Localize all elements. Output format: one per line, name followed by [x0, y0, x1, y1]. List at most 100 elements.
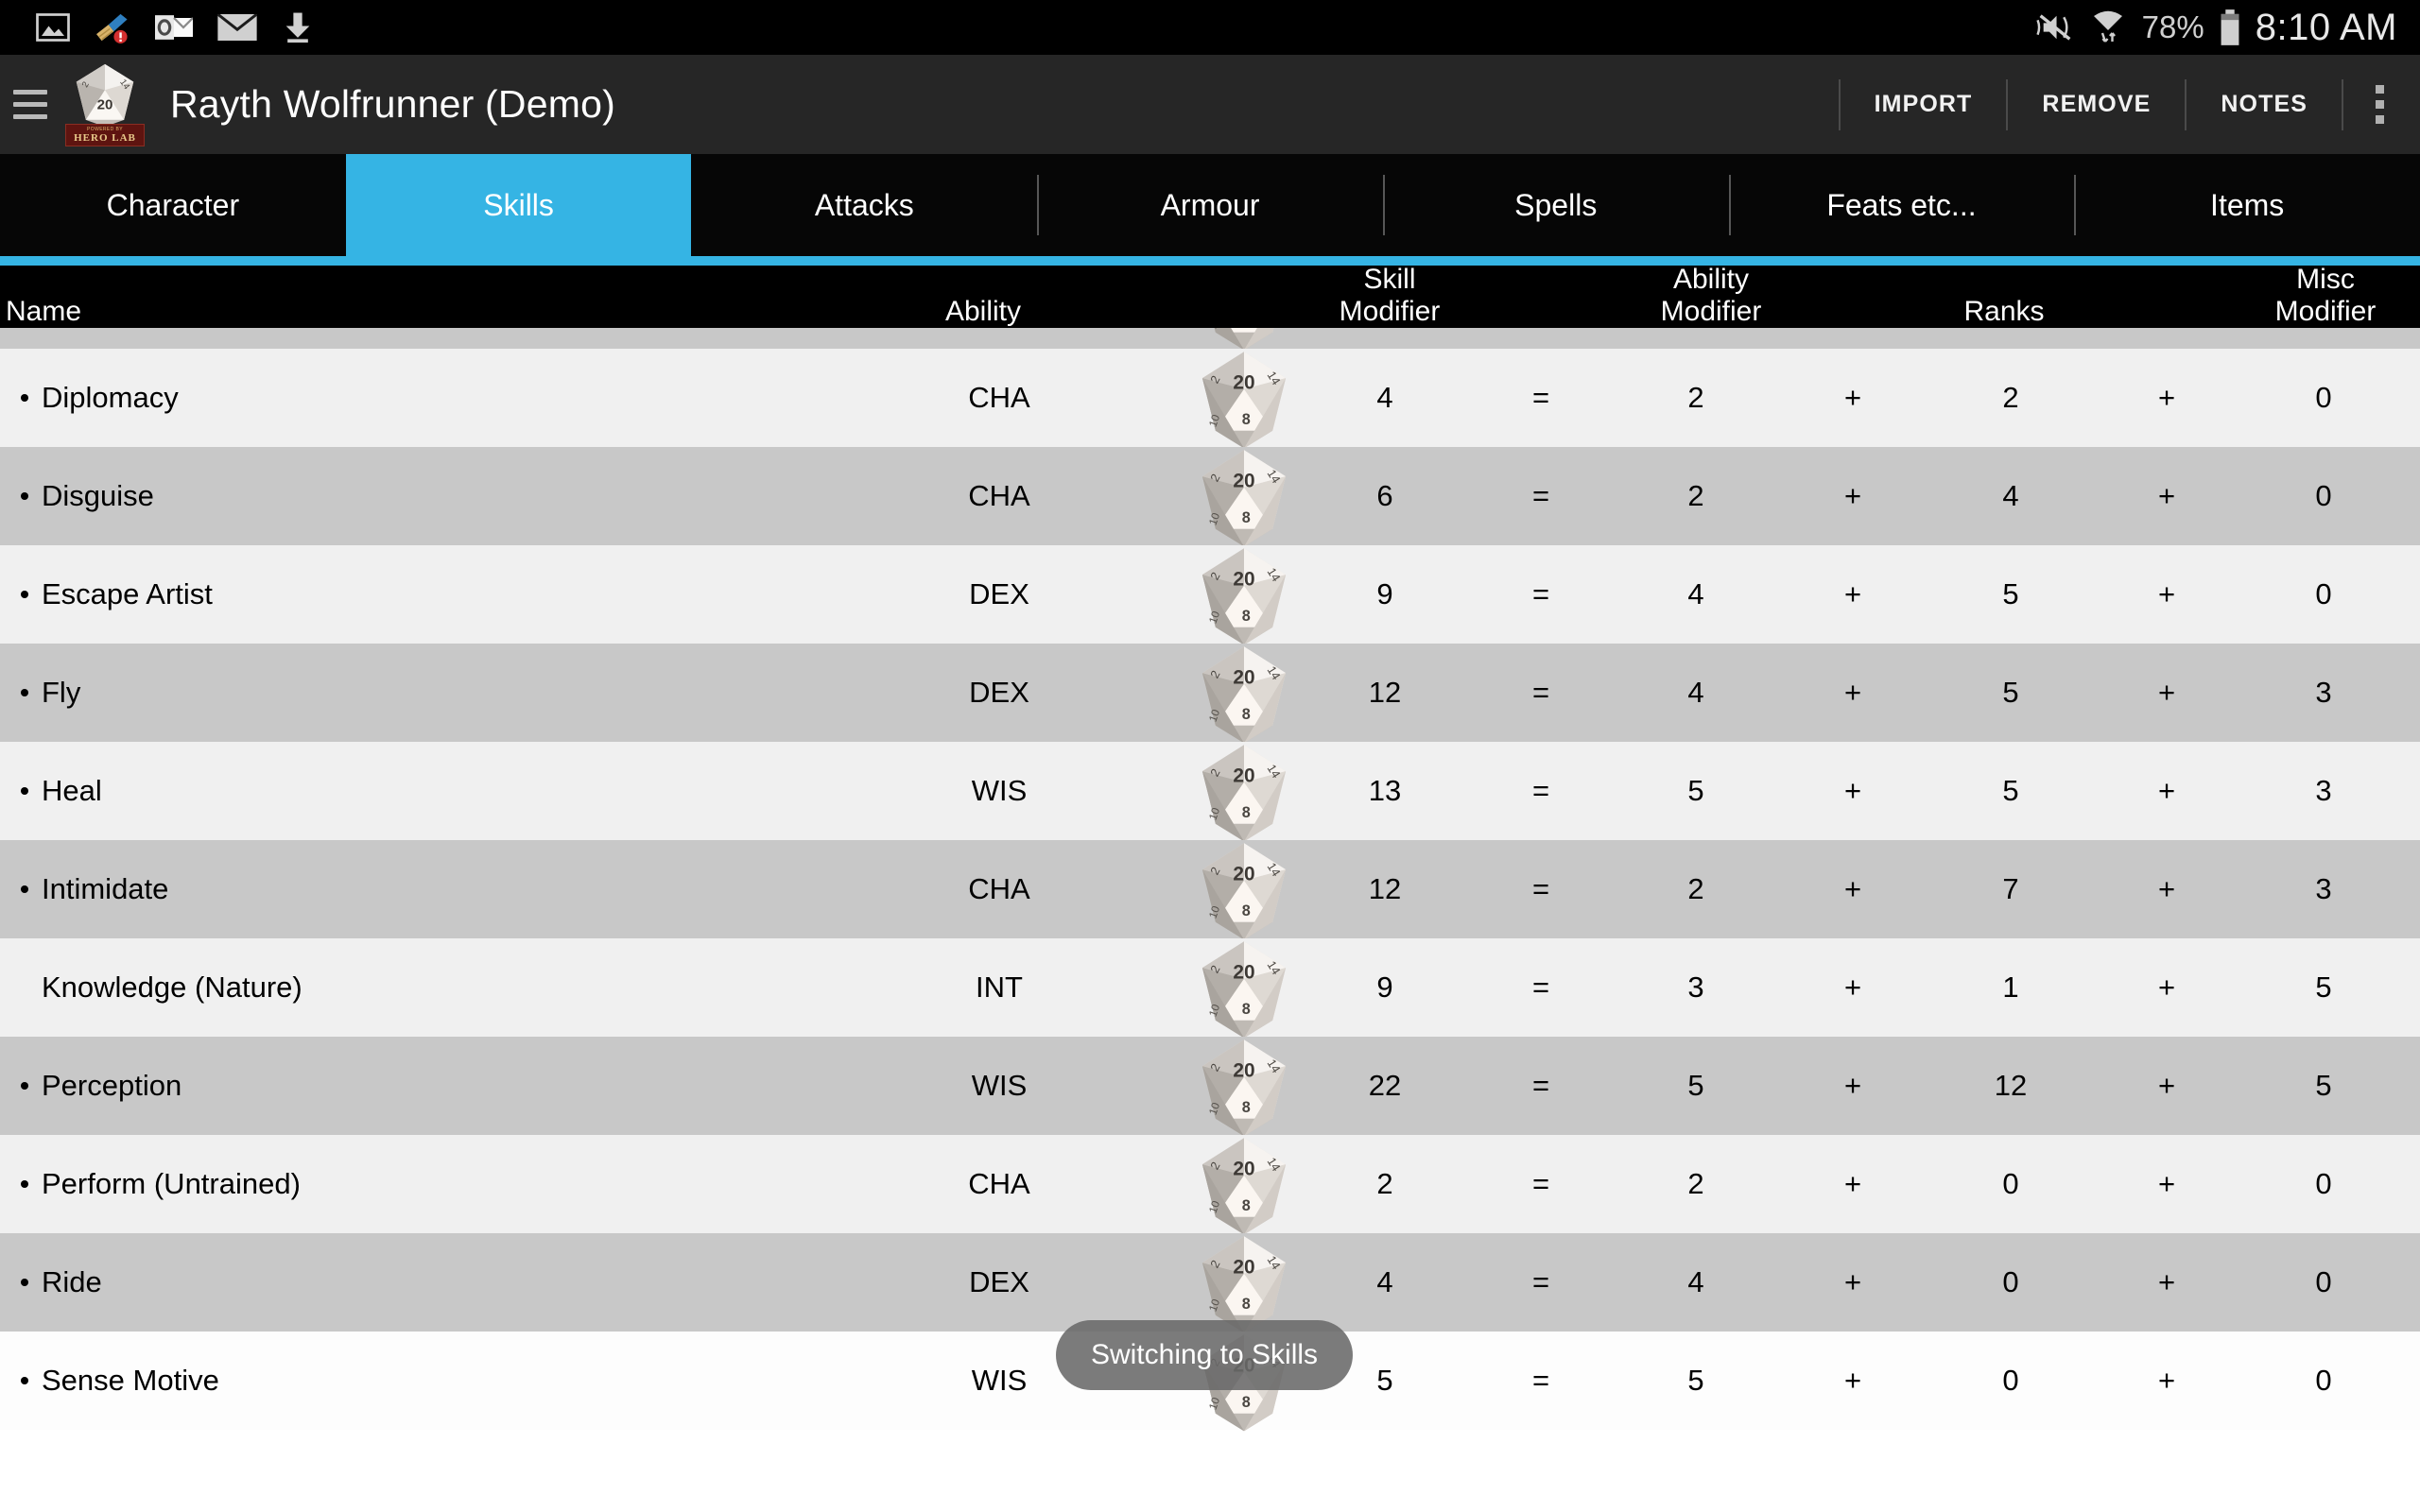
- misc-modifier-cell: 0: [2315, 1167, 2332, 1200]
- ranks-cell: 0: [2002, 1265, 2019, 1298]
- d20-roll-die-icon[interactable]: 20214810: [1189, 343, 1299, 453]
- skill-name-label: Heal: [42, 774, 102, 807]
- col-header-skill-modifier-line2: Modifier: [1339, 296, 1441, 327]
- misc-modifier-cell: 0: [2315, 381, 2332, 414]
- ability-cell: DEX: [969, 676, 1029, 709]
- bullet-icon: [21, 492, 28, 500]
- misc-modifier-cell: 0: [2315, 1364, 2332, 1397]
- table-row[interactable]: Intimidate CHA 20 2 14 8 10 12 = 2 +7 +3: [0, 840, 2420, 940]
- table-row[interactable]: Diplomacy CHA 20 2 14 8 10 4 = 2 +2 +0: [0, 349, 2420, 449]
- cleaner-broom-icon: [96, 13, 128, 43]
- svg-text:20: 20: [1233, 765, 1254, 787]
- plus-operator: +: [1843, 577, 1862, 610]
- equals-operator: =: [1531, 676, 1550, 709]
- remove-button[interactable]: REMOVE: [2008, 74, 2185, 136]
- plus-operator: +: [1843, 1364, 1862, 1397]
- ability-cell: WIS: [971, 1069, 1028, 1102]
- col-header-ability-modifier-line1: Ability: [1672, 264, 1750, 295]
- clock-label: 8:10 AM: [2255, 6, 2397, 48]
- notes-button[interactable]: NOTES: [2187, 74, 2342, 136]
- d20-roll-die-icon[interactable]: 20214810: [1189, 1031, 1299, 1141]
- skill-modifier-cell: 9: [1376, 577, 1393, 610]
- tab-spells[interactable]: Spells: [1382, 154, 1729, 256]
- d20-roll-die-icon[interactable]: 20214810: [1189, 1129, 1299, 1239]
- tab-skills[interactable]: Skills: [345, 154, 692, 256]
- plus-operator: +: [1843, 872, 1862, 905]
- skill-modifier-cell: 9: [1376, 971, 1393, 1004]
- skill-name-label: Perception: [42, 1069, 182, 1102]
- table-row[interactable]: Knowledge (Nature) INT 20 2 14 8 10 9 = 3 +1 +5: [0, 938, 2420, 1039]
- misc-modifier-cell: 5: [2315, 971, 2332, 1004]
- d20-roll-die-icon[interactable]: 20214810: [1189, 540, 1299, 649]
- equals-operator: =: [1531, 577, 1550, 610]
- d20-roll-die-icon[interactable]: 20214810: [1189, 638, 1299, 747]
- tab-label: Armour: [1160, 187, 1260, 222]
- hamburger-menu-icon[interactable]: [9, 90, 49, 119]
- table-row[interactable]: Ride DEX 20 2 14 8 10 4 = 4 +0 +0: [0, 1233, 2420, 1333]
- ability-cell: CHA: [968, 872, 1030, 905]
- equals-operator: =: [1531, 479, 1550, 512]
- d20-roll-die-icon[interactable]: 20214810: [1189, 834, 1299, 944]
- d20-roll-die-icon[interactable]: 20214810: [1189, 933, 1299, 1042]
- misc-modifier-cell: 0: [2315, 1265, 2332, 1298]
- ability-cell: DEX: [969, 577, 1029, 610]
- tab-items[interactable]: Items: [2074, 154, 2420, 256]
- skill-name-cell: Fly: [21, 676, 80, 710]
- d20-roll-die-icon[interactable]: 20214810: [1189, 441, 1299, 551]
- plus-operator: +: [2157, 577, 2176, 610]
- bullet-spacer: [21, 984, 28, 991]
- col-header-misc-modifier-line2: Modifier: [2274, 296, 2377, 327]
- skill-modifier-cell: 5: [1376, 1364, 1393, 1397]
- skill-name-cell: Disguise: [21, 479, 154, 513]
- svg-text:20: 20: [1233, 962, 1254, 984]
- skill-modifier-cell: 4: [1376, 381, 1393, 414]
- ability-cell: DEX: [969, 1265, 1029, 1298]
- skill-name-label: Sense Motive: [42, 1364, 219, 1397]
- svg-text:8: 8: [1242, 411, 1251, 428]
- ability-modifier-cell: 4: [1687, 1265, 1704, 1298]
- ability-modifier-cell: 2: [1687, 1167, 1704, 1200]
- battery-icon: [2221, 9, 2239, 45]
- tab-attacks[interactable]: Attacks: [691, 154, 1037, 256]
- ranks-cell: 5: [2002, 774, 2019, 807]
- d20-roll-die-icon[interactable]: 20214810: [1189, 736, 1299, 846]
- battery-percent-label: 78%: [2141, 9, 2204, 44]
- overflow-menu-icon[interactable]: [2343, 74, 2420, 136]
- plus-operator: +: [2157, 1265, 2176, 1298]
- skill-modifier-cell: 6: [1376, 479, 1393, 512]
- ability-modifier-cell: 3: [1687, 971, 1704, 1004]
- table-row[interactable]: Perform (Untrained) CHA 20 2 14 8 10 2 = 2 +0 +0: [0, 1135, 2420, 1235]
- tab-armour[interactable]: Armour: [1037, 154, 1383, 256]
- skill-name-label: Knowledge (Nature): [42, 971, 302, 1004]
- skill-modifier-cell: 4: [1376, 1265, 1393, 1298]
- plus-operator: +: [2157, 479, 2176, 512]
- skill-name-cell: Ride: [21, 1265, 102, 1299]
- plus-operator: +: [2157, 971, 2176, 1004]
- tab-character[interactable]: Character: [0, 154, 346, 256]
- skill-name-cell: Perform (Untrained): [21, 1167, 301, 1201]
- ability-cell: INT: [976, 971, 1023, 1004]
- svg-text:20: 20: [1233, 667, 1254, 689]
- skill-modifier-cell: 12: [1368, 676, 1402, 709]
- import-button[interactable]: IMPORT: [1841, 74, 2007, 136]
- bullet-icon: [21, 885, 28, 893]
- tab-label: Items: [2210, 187, 2285, 222]
- plus-operator: +: [2157, 1364, 2176, 1397]
- table-row[interactable]: Perception WIS 20 2 14 8 10 22 = 5 +12 +5: [0, 1037, 2420, 1137]
- vibrate-mute-icon: [2036, 14, 2071, 41]
- skill-name-cell: Knowledge (Nature): [21, 971, 302, 1005]
- tab-feats-etc[interactable]: Feats etc...: [1728, 154, 2075, 256]
- bullet-icon: [21, 1279, 28, 1286]
- d20-die-logo: 20 2 14 POWERED BY HERO LAB: [64, 61, 146, 148]
- plus-operator: +: [2157, 1167, 2176, 1200]
- svg-text:8: 8: [1242, 1394, 1251, 1411]
- svg-text:20: 20: [1233, 1257, 1254, 1279]
- equals-operator: =: [1531, 1364, 1550, 1397]
- equals-operator: =: [1531, 872, 1550, 905]
- svg-text:20: 20: [1233, 1159, 1254, 1180]
- table-row[interactable]: Heal WIS 20 2 14 8 10 13 = 5 +5 +3: [0, 742, 2420, 842]
- tab-label: Spells: [1514, 187, 1598, 222]
- table-row[interactable]: Escape Artist DEX 20 2 14 8 10 9 = 4 +5 +0: [0, 545, 2420, 645]
- table-row[interactable]: Disguise CHA 20 2 14 8 10 6 = 2 +4 +0: [0, 447, 2420, 547]
- table-row[interactable]: Fly DEX 20 2 14 8 10 12 = 4 +5 +3: [0, 644, 2420, 744]
